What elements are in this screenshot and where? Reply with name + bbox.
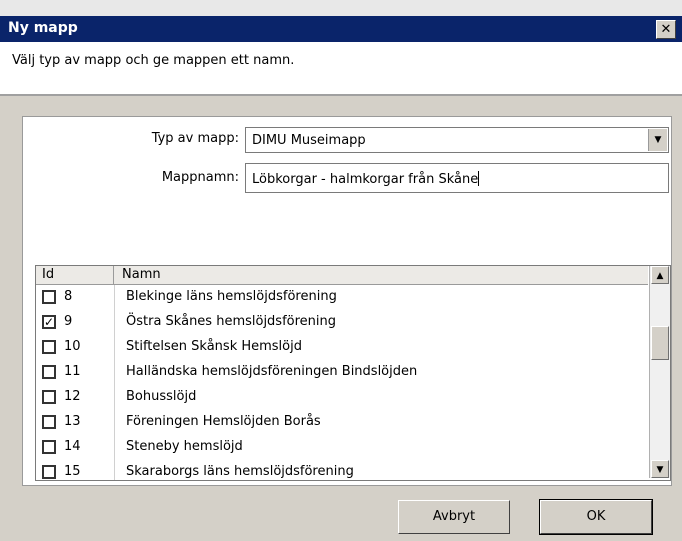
row-id: 15 [64, 464, 81, 479]
chevron-up-icon: ▲ [656, 271, 664, 281]
scroll-down-button[interactable]: ▼ [651, 460, 669, 478]
row-checkbox[interactable] [42, 440, 56, 454]
row-checkbox[interactable] [42, 390, 56, 404]
row-id: 10 [64, 339, 81, 354]
checkmark-icon: ✓ [44, 315, 55, 329]
instruction-text: Välj typ av mapp och ge mappen ett namn. [12, 53, 295, 68]
row-name: Halländska hemslöjdsföreningen Bindslöjd… [126, 364, 418, 379]
row-name: Bohusslöjd [126, 389, 197, 404]
row-id: 13 [64, 414, 81, 429]
table-row[interactable]: 14 Steneby hemslöjd [36, 435, 648, 460]
form-panel: Typ av mapp: DIMU Museimapp ▼ Mappnamn: … [22, 116, 672, 486]
row-name: Steneby hemslöjd [126, 439, 243, 454]
row-name: Stiftelsen Skånsk Hemslöjd [126, 339, 302, 354]
window-title: Ny mapp [8, 20, 78, 36]
ok-button[interactable]: OK [539, 499, 653, 535]
close-icon: ✕ [660, 22, 672, 37]
table-row[interactable]: 12 Bohusslöjd [36, 385, 648, 410]
cancel-button[interactable]: Avbryt [398, 500, 510, 534]
row-id: 14 [64, 439, 81, 454]
column-header-id[interactable]: Id [36, 266, 114, 284]
column-header-name[interactable]: Namn [116, 266, 161, 284]
chevron-down-icon: ▼ [656, 465, 664, 475]
folder-name-input[interactable]: Löbkorgar - halmkorgar från Skåne [245, 163, 669, 193]
row-checkbox[interactable]: ✓ [42, 315, 56, 329]
grid-header: Id Namn [36, 266, 648, 285]
grid-rows: 8 Blekinge läns hemslöjdsförening ✓ 9 Ös… [36, 285, 648, 479]
row-name: Föreningen Hemslöjden Borås [126, 414, 321, 429]
row-checkbox[interactable] [42, 465, 56, 479]
title-bar[interactable]: Ny mapp ✕ [0, 16, 682, 42]
chevron-down-icon[interactable]: ▼ [648, 129, 667, 151]
text-caret [478, 171, 480, 186]
row-name: Skaraborgs läns hemslöjdsförening [126, 464, 354, 479]
row-checkbox[interactable] [42, 340, 56, 354]
row-name: Blekinge läns hemslöjdsförening [126, 289, 337, 304]
vertical-scrollbar[interactable]: ▲ ▼ [649, 266, 670, 478]
row-name: Östra Skånes hemslöjdsförening [126, 314, 337, 329]
type-label: Typ av mapp: [151, 131, 239, 146]
row-checkbox[interactable] [42, 290, 56, 304]
folder-name-value: Löbkorgar - halmkorgar från Skåne [252, 172, 479, 187]
table-row[interactable]: 11 Halländska hemslöjdsföreningen Bindsl… [36, 360, 648, 385]
row-checkbox[interactable] [42, 415, 56, 429]
dialog-header: Välj typ av mapp och ge mappen ett namn. [0, 42, 682, 96]
close-button[interactable]: ✕ [656, 20, 676, 39]
table-row[interactable]: ✓ 9 Östra Skånes hemslöjdsförening [36, 310, 648, 335]
table-row[interactable]: 13 Föreningen Hemslöjden Borås [36, 410, 648, 435]
folder-type-select[interactable]: DIMU Museimapp ▼ [245, 127, 669, 153]
row-id: 11 [64, 364, 81, 379]
row-id: 8 [64, 289, 73, 304]
folder-type-value: DIMU Museimapp [252, 133, 366, 148]
top-strip [0, 0, 682, 16]
row-id: 9 [64, 314, 73, 329]
organization-grid[interactable]: Id Namn 8 Blekinge läns hemslöjdsförenin… [35, 265, 671, 481]
table-row[interactable]: 15 Skaraborgs läns hemslöjdsförening [36, 460, 648, 479]
table-row[interactable]: 10 Stiftelsen Skånsk Hemslöjd [36, 335, 648, 360]
dialog-body: Typ av mapp: DIMU Museimapp ▼ Mappnamn: … [0, 96, 682, 541]
row-id: 12 [64, 389, 81, 404]
table-row[interactable]: 8 Blekinge läns hemslöjdsförening [36, 285, 648, 310]
scrollbar-thumb[interactable] [651, 326, 669, 360]
scroll-up-button[interactable]: ▲ [651, 266, 669, 284]
name-label: Mappnamn: [161, 170, 239, 185]
row-checkbox[interactable] [42, 365, 56, 379]
